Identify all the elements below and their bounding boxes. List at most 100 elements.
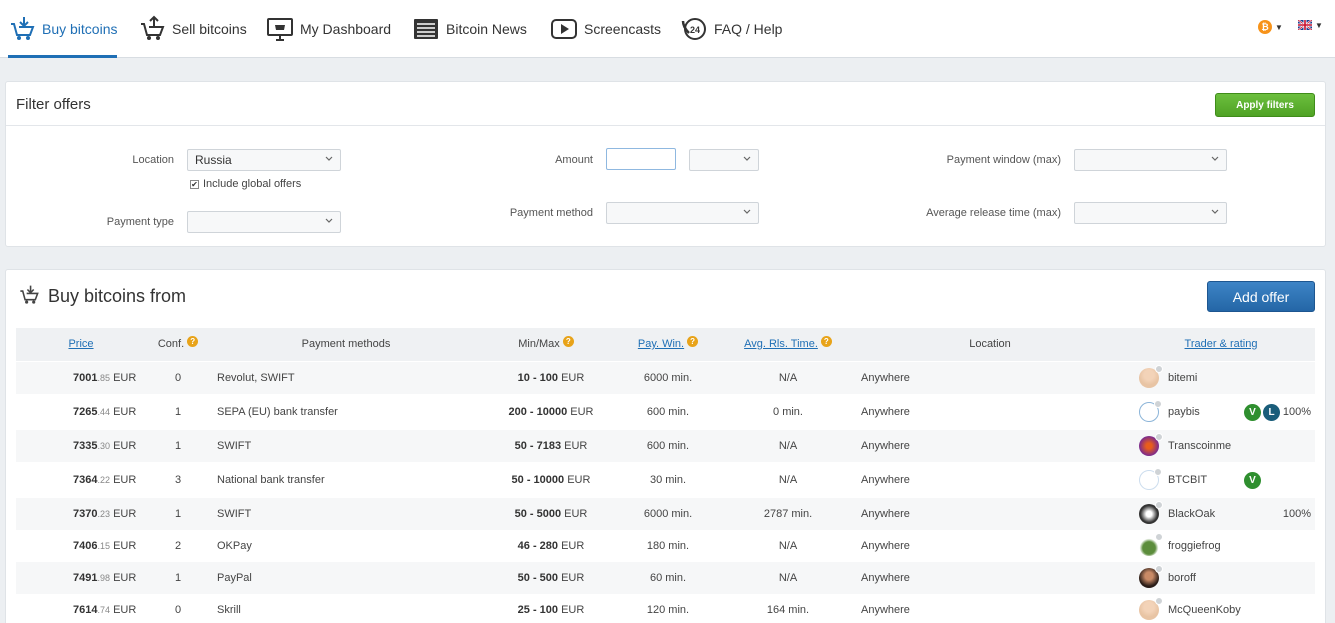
trader-avatar xyxy=(1139,433,1163,456)
range-currency: EUR xyxy=(561,572,585,584)
payment-method-select[interactable] xyxy=(606,202,759,224)
payment-methods-cell: National bank transfer xyxy=(217,474,325,486)
trader-avatar xyxy=(1139,597,1163,620)
amount-input[interactable] xyxy=(606,148,676,170)
table-row[interactable]: 7614.74 EUR 0 Skrill 25 - 100 EUR 120 min. 16… xyxy=(16,594,1315,623)
location-cell: Anywhere xyxy=(861,474,910,486)
range-values: 25 - 100 xyxy=(517,604,559,616)
location-cell: Anywhere xyxy=(861,372,910,384)
sort-pay-win-link[interactable]: Pay. Win. xyxy=(638,328,684,361)
nav-label: Bitcoin News xyxy=(446,21,527,37)
range-currency: EUR xyxy=(564,440,588,452)
add-offer-button[interactable]: Add offer xyxy=(1207,281,1315,312)
help-icon[interactable]: ? xyxy=(820,336,832,347)
chevron-down-icon xyxy=(325,218,333,223)
trader-cell[interactable]: McQueenKoby xyxy=(1139,594,1241,623)
chevron-down-icon xyxy=(325,156,333,161)
nav-screencasts[interactable]: Screencasts xyxy=(550,0,661,58)
avg-rls-cell: N/A xyxy=(778,572,798,584)
table-row[interactable]: 7265.44 EUR 1 SEPA (EU) bank transfer 200 -… xyxy=(16,394,1315,430)
nav-label: Screencasts xyxy=(584,21,662,37)
nav-faq-help[interactable]: 24 FAQ / Help xyxy=(680,0,782,58)
status-dot-icon xyxy=(1155,433,1163,441)
payment-window-select[interactable] xyxy=(1074,149,1227,171)
min-max-cell: 50 - 500 EUR xyxy=(486,562,616,594)
table-row[interactable]: 7001.85 EUR 0 Revolut, SWIFT 10 - 100 EUR 60… xyxy=(16,362,1315,394)
trader-badges: VL xyxy=(1244,394,1282,430)
trader-name[interactable]: froggiefrog xyxy=(1168,540,1221,552)
trader-cell[interactable]: bitemi xyxy=(1139,362,1197,394)
help-icon[interactable]: ? xyxy=(187,336,199,347)
amount-currency-select[interactable] xyxy=(689,149,759,171)
conf-cell: 1 xyxy=(175,572,182,584)
nav-sell-bitcoins[interactable]: Sell bitcoins xyxy=(138,0,247,58)
help-icon[interactable]: ? xyxy=(562,336,574,347)
offers-table-header: Price Conf.? Payment methods Min/Max? Pa… xyxy=(16,328,1315,361)
min-max-cell: 50 - 10000 EUR xyxy=(486,462,616,498)
pay-win-cell: 6000 min. xyxy=(643,508,693,520)
trader-cell[interactable]: paybis xyxy=(1139,394,1200,430)
payment-type-select[interactable] xyxy=(187,211,341,233)
payment-methods-cell: SWIFT xyxy=(217,440,252,452)
table-row[interactable]: 7370.23 EUR 1 SWIFT 50 - 5000 EUR 6000 min. 2… xyxy=(16,498,1315,530)
trader-name[interactable]: McQueenKoby xyxy=(1168,604,1241,616)
nav-buy-bitcoins[interactable]: Buy bitcoins xyxy=(8,0,118,58)
nav-my-dashboard[interactable]: My Dashboard xyxy=(266,0,391,58)
price-currency: EUR xyxy=(113,540,137,552)
trader-cell[interactable]: BlackOak xyxy=(1139,498,1215,530)
price-decimals: .74 xyxy=(97,605,110,615)
offers-title: Buy bitcoins from xyxy=(48,286,187,306)
location-cell: Anywhere xyxy=(861,540,910,552)
location-cell: Anywhere xyxy=(861,572,910,584)
payment-methods-cell: PayPal xyxy=(217,572,252,584)
payment-type-label: Payment type xyxy=(106,216,174,228)
price-cell: 7001.85 EUR xyxy=(73,362,136,394)
trader-name[interactable]: BlackOak xyxy=(1168,508,1215,520)
trader-avatar xyxy=(1139,468,1162,490)
location-select[interactable]: Russia xyxy=(187,149,341,171)
status-dot-icon xyxy=(1154,468,1162,476)
sort-avg-rls-link[interactable]: Avg. Rls. Time. xyxy=(744,328,818,361)
buy-cart-icon xyxy=(11,17,35,40)
table-row[interactable]: 7491.98 EUR 1 PayPal 50 - 500 EUR 60 min. N/A… xyxy=(16,562,1315,594)
trader-cell[interactable]: Transcoinme xyxy=(1139,430,1231,462)
language-switcher[interactable]: ▼ xyxy=(1298,20,1323,30)
verified-badge: V xyxy=(1244,471,1261,489)
table-row[interactable]: 7364.22 EUR 3 National bank transfer 50 - 1… xyxy=(16,462,1315,498)
trader-name[interactable]: BTCBIT xyxy=(1168,474,1207,486)
help-icon[interactable]: ? xyxy=(687,336,699,347)
pay-win-cell: 600 min. xyxy=(646,406,690,418)
range-currency: EUR xyxy=(567,474,591,486)
trader-name[interactable]: paybis xyxy=(1168,406,1200,418)
sort-price-link[interactable]: Price xyxy=(56,328,106,361)
price-currency: EUR xyxy=(113,508,137,520)
column-min-max-label: Min/Max xyxy=(518,338,560,350)
trader-cell[interactable]: BTCBIT xyxy=(1139,462,1207,498)
table-row[interactable]: 7335.30 EUR 1 SWIFT 50 - 7183 EUR 600 min. N/… xyxy=(16,430,1315,462)
price-currency: EUR xyxy=(113,474,137,486)
nav-label: FAQ / Help xyxy=(714,21,783,37)
min-max-cell: 25 - 100 EUR xyxy=(486,594,616,623)
pay-win-cell: 120 min. xyxy=(646,604,690,616)
price-cell: 7614.74 EUR xyxy=(73,594,136,623)
apply-filters-button[interactable]: Apply filters xyxy=(1215,93,1315,117)
currency-switcher[interactable]: ₿ ▼ xyxy=(1258,20,1283,34)
conf-cell: 1 xyxy=(175,508,182,520)
avg-release-time-select[interactable] xyxy=(1074,202,1227,224)
price-main: 7491 xyxy=(73,572,98,584)
conf-cell: 1 xyxy=(175,440,182,452)
trader-cell[interactable]: froggiefrog xyxy=(1139,530,1221,562)
min-max-cell: 200 - 10000 EUR xyxy=(486,394,616,430)
nav-bitcoin-news[interactable]: Bitcoin News xyxy=(412,0,527,58)
buy-cart-icon xyxy=(20,285,39,304)
trader-name[interactable]: boroff xyxy=(1168,572,1196,584)
include-global-checkbox[interactable]: ✔ Include global offers xyxy=(190,178,301,190)
trader-cell[interactable]: boroff xyxy=(1139,562,1196,594)
sort-trader-rating-link[interactable]: Trader & rating xyxy=(1176,328,1266,361)
amount-label: Amount xyxy=(555,154,593,166)
nav-label: My Dashboard xyxy=(300,21,392,37)
status-dot-icon xyxy=(1155,501,1163,509)
table-row[interactable]: 7406.15 EUR 2 OKPay 46 - 280 EUR 180 min. N/A… xyxy=(16,530,1315,562)
trader-name[interactable]: bitemi xyxy=(1168,372,1197,384)
trader-name[interactable]: Transcoinme xyxy=(1168,440,1231,452)
